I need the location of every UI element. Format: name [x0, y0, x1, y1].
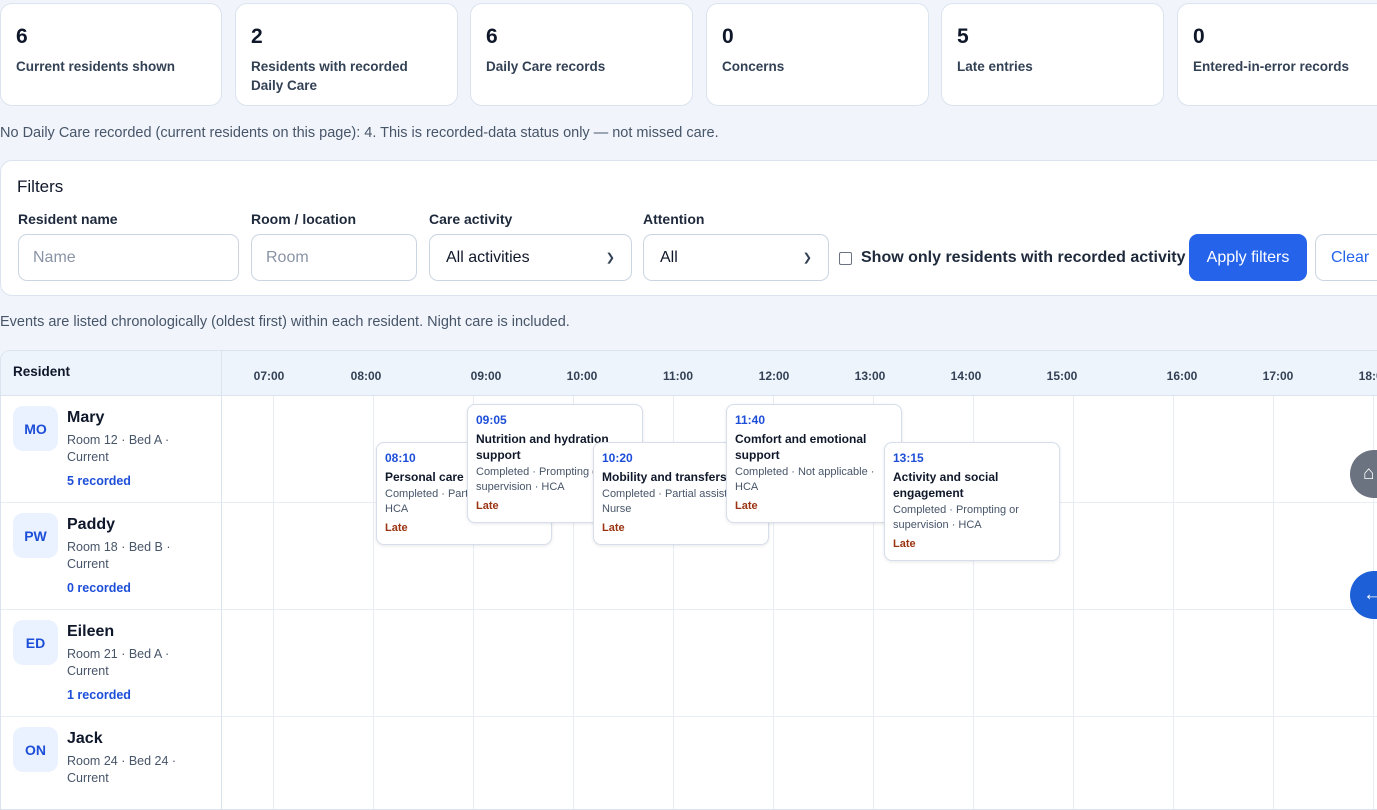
stat-card-daily-care-records: 6 Daily Care records — [470, 3, 693, 106]
stat-value: 5 — [957, 25, 969, 48]
recorded-activity-checkbox[interactable] — [839, 251, 852, 265]
stat-value: 6 — [486, 25, 498, 48]
room-input[interactable] — [251, 234, 417, 281]
hour-tick: 13:00 — [854, 369, 886, 383]
hour-tick: 12:00 — [758, 369, 790, 383]
event-time: 13:15 — [893, 451, 924, 465]
stat-card-late-entries: 5 Late entries — [941, 3, 1164, 106]
event-title: Activity and social engagement — [893, 470, 999, 500]
order-note: Events are listed chronologically (oldes… — [0, 314, 570, 330]
chevron-down-icon: ❯ — [605, 252, 615, 264]
arrow-left-icon: ← — [1363, 584, 1377, 605]
hour-tick: 16:00 — [1166, 369, 1198, 383]
recorded-activity-toggle[interactable]: Show only residents with recorded activi… — [839, 249, 1186, 267]
resident-location: Room 18 · Bed B · Current — [67, 540, 171, 571]
timeline-header: Resident 07:00 08:00 09:00 10:00 11:00 1… — [1, 351, 1377, 396]
filters-title: Filters — [17, 177, 64, 196]
resident-name[interactable]: Jack — [67, 730, 103, 748]
stat-label: Current residents shown — [16, 59, 176, 74]
resident-row-eileen[interactable]: ED Eileen Room 21 · Bed A · Current 1 re… — [1, 610, 221, 717]
hour-tick: 14:00 — [950, 369, 982, 383]
hour-tick: 18:00 — [1358, 369, 1377, 383]
care-activity-select[interactable]: All activities ❯ — [429, 234, 632, 281]
recorded-count: 0 recorded — [67, 581, 131, 595]
resident-name[interactable]: Paddy — [67, 516, 115, 534]
resident-location: Room 21 · Bed A · Current — [67, 647, 170, 678]
stat-card-concerns: 0 Concerns — [706, 3, 929, 106]
filters-panel: Filters Resident name Room / location Ca… — [0, 160, 1377, 296]
attention-select[interactable]: All ❯ — [643, 234, 829, 281]
room-label: Room / location — [251, 211, 356, 227]
care-activity-label: Care activity — [429, 211, 513, 227]
event-card-activity[interactable]: 13:15 Activity and social engagement Com… — [884, 442, 1060, 561]
grid-line — [373, 396, 374, 809]
stat-value: 2 — [251, 25, 263, 48]
grid-line — [1273, 396, 1274, 809]
attention-value: All — [660, 248, 678, 266]
recorded-activity-label[interactable]: Show only residents with recorded activi… — [861, 249, 1186, 267]
stat-label: Residents with recorded Daily Care — [251, 59, 408, 93]
stat-label: Daily Care records — [486, 59, 606, 74]
grid-line — [1173, 396, 1174, 809]
resident-row-mary[interactable]: MO Mary Room 12 · Bed A · Current 5 reco… — [1, 396, 221, 503]
resident-name[interactable]: Eileen — [67, 623, 114, 641]
hour-tick: 08:00 — [350, 369, 382, 383]
care-timeline: Resident 07:00 08:00 09:00 10:00 11:00 1… — [0, 350, 1377, 810]
grid-line — [1073, 396, 1074, 809]
hour-tick: 17:00 — [1262, 369, 1294, 383]
resident-name-input[interactable] — [18, 234, 239, 281]
hour-tick: 11:00 — [662, 369, 694, 383]
event-detail: Completed · Not applicable · HCA — [735, 466, 875, 493]
home-icon: ⌂ — [1363, 463, 1375, 484]
avatar: ON — [13, 727, 58, 772]
clear-filters-button[interactable]: Clear — [1315, 234, 1377, 281]
stat-card-residents-recorded: 2 Residents with recorded Daily Care — [235, 3, 458, 106]
event-card-comfort[interactable]: 11:40 Comfort and emotional support Comp… — [726, 404, 902, 523]
stat-card-residents-shown: 6 Current residents shown — [0, 3, 222, 106]
recorded-count: 5 recorded — [67, 474, 131, 488]
care-activity-value: All activities — [446, 248, 530, 266]
status-note: No Daily Care recorded (current resident… — [0, 125, 719, 141]
stat-label: Entered-in-error records — [1193, 59, 1350, 74]
resident-row-paddy[interactable]: PW Paddy Room 18 · Bed B · Current 0 rec… — [1, 503, 221, 610]
resident-column-divider — [221, 351, 222, 809]
hour-tick: 07:00 — [253, 369, 285, 383]
late-badge: Late — [893, 538, 916, 550]
resident-name-label: Resident name — [18, 211, 118, 227]
late-badge: Late — [602, 522, 625, 534]
recorded-count: 1 recorded — [67, 688, 131, 702]
hour-tick: 10:00 — [566, 369, 598, 383]
stat-value: 0 — [722, 25, 734, 48]
stat-value: 6 — [16, 25, 28, 48]
chevron-down-icon: ❯ — [802, 252, 812, 264]
stat-label: Concerns — [722, 59, 785, 74]
attention-label: Attention — [643, 211, 705, 227]
event-time: 11:40 — [735, 413, 766, 427]
event-title: Comfort and emotional support — [735, 432, 867, 462]
resident-location: Room 12 · Bed A · Current — [67, 433, 170, 464]
event-detail: Completed · Prompting or supervision · H… — [893, 504, 1019, 531]
stat-value: 0 — [1193, 25, 1205, 48]
avatar: MO — [13, 406, 58, 451]
stat-label: Late entries — [957, 59, 1033, 74]
hour-tick: 09:00 — [470, 369, 502, 383]
resident-name[interactable]: Mary — [67, 409, 104, 427]
late-badge: Late — [735, 500, 758, 512]
resident-location: Room 24 · Bed 24 · Current — [67, 754, 177, 785]
late-badge: Late — [385, 522, 408, 534]
grid-line — [273, 396, 274, 809]
stat-card-entered-in-error: 0 Entered-in-error records — [1177, 3, 1377, 106]
avatar: PW — [13, 513, 58, 558]
resident-row-jack[interactable]: ON Jack Room 24 · Bed 24 · Current — [1, 717, 221, 809]
event-time: 09:05 — [476, 413, 507, 427]
resident-column-header: Resident — [13, 364, 71, 379]
apply-filters-button[interactable]: Apply filters — [1189, 234, 1307, 281]
hour-tick: 15:00 — [1046, 369, 1078, 383]
avatar: ED — [13, 620, 58, 665]
